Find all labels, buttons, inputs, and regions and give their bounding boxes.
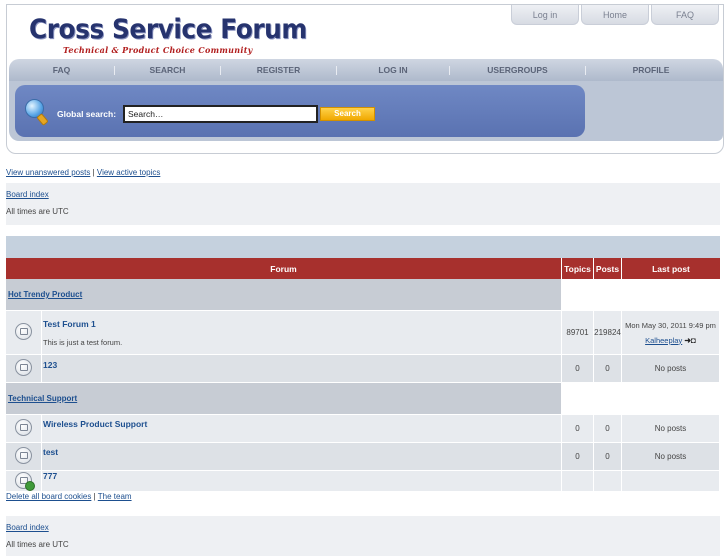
timezone-note: All times are UTC [6, 207, 69, 216]
forum-title-link[interactable]: test [43, 447, 561, 457]
table-row: Wireless Product Support 0 0 No posts [6, 415, 720, 443]
category-row: Hot Trendy Product [6, 279, 720, 311]
forum-title-link[interactable]: 777 [43, 471, 561, 481]
forum-posts-count: 0 [594, 443, 622, 471]
forum-table: Forum Topics Posts Last post Hot Trendy … [6, 258, 720, 492]
search-button[interactable]: Search [320, 107, 375, 121]
top-link-home[interactable]: Home [581, 5, 649, 25]
last-post-date [622, 471, 720, 492]
the-team-link[interactable]: The team [98, 492, 132, 501]
last-post-date: No posts [622, 443, 720, 471]
nav-login[interactable]: LOG IN [337, 65, 449, 75]
top-link-login[interactable]: Log in [511, 5, 579, 25]
site-logo-title[interactable]: Cross Service Forum [29, 14, 307, 45]
search-globe-icon [25, 99, 51, 126]
last-post-date: Mon May 30, 2011 9:49 pm [625, 320, 716, 330]
table-row: test 0 0 No posts [6, 443, 720, 471]
category-row: Technical Support [6, 383, 720, 415]
forum-posts-count: 0 [594, 415, 622, 443]
forum-topics-count: 0 [562, 415, 594, 443]
forum-topics-count: 89701 [562, 311, 594, 355]
forum-description: This is just a test forum. [43, 337, 123, 347]
goto-last-post-icon[interactable]: ➜◘ [684, 336, 696, 345]
board-index-link[interactable]: Board index [6, 190, 49, 199]
forum-link-icon [15, 472, 35, 491]
forum-posts-count [594, 471, 622, 492]
nav-search[interactable]: SEARCH [115, 65, 220, 75]
forum-topics-count: 0 [562, 355, 594, 383]
forum-read-icon [15, 447, 32, 464]
last-post-author-link[interactable]: Kalheeplay [645, 336, 682, 345]
forum-list-top-strip [6, 236, 720, 258]
nav-register[interactable]: REGISTER [221, 65, 336, 75]
footer-links: Delete all board cookies | The team [6, 492, 132, 501]
last-post-date: No posts [622, 355, 720, 383]
site-logo-subtitle: Technical & Product Choice Community [63, 45, 253, 55]
global-search-input[interactable] [123, 105, 318, 123]
forum-title-link[interactable]: 123 [43, 360, 561, 370]
forum-read-icon [15, 323, 32, 340]
forum-topics-count: 0 [562, 443, 594, 471]
forum-posts-count: 219824 [594, 311, 622, 355]
forum-topics-count [562, 471, 594, 492]
nav-profile[interactable]: PROFILE [586, 65, 716, 75]
footer-breadcrumb: Board index All times are UTC [6, 516, 720, 556]
main-navbar: FAQ SEARCH REGISTER LOG IN USERGROUPS PR… [9, 59, 723, 81]
table-row: 777 [6, 471, 720, 492]
quick-links: View unanswered posts | View active topi… [6, 168, 160, 177]
footer-board-index-link[interactable]: Board index [6, 523, 49, 532]
table-row: Test Forum 1 This is just a test forum. … [6, 311, 720, 355]
column-header-forum: Forum [6, 258, 562, 279]
nav-faq[interactable]: FAQ [9, 65, 114, 75]
column-header-posts: Posts [594, 258, 622, 279]
forum-title-link[interactable]: Test Forum 1 [43, 319, 561, 329]
category-link-technical-support[interactable]: Technical Support [8, 394, 77, 403]
global-search-panel: Global search: Search [15, 85, 585, 137]
column-header-topics: Topics [562, 258, 594, 279]
delete-cookies-link[interactable]: Delete all board cookies [6, 492, 91, 501]
forum-read-icon [15, 359, 32, 376]
column-header-last-post: Last post [622, 258, 720, 279]
nav-usergroups[interactable]: USERGROUPS [450, 65, 585, 75]
table-row: 123 0 0 No posts [6, 355, 720, 383]
view-active-link[interactable]: View active topics [97, 168, 160, 177]
top-links: Log in Home FAQ [511, 5, 719, 25]
forum-read-icon [15, 419, 32, 436]
category-link-hot-trendy-product[interactable]: Hot Trendy Product [8, 290, 82, 299]
top-link-faq[interactable]: FAQ [651, 5, 719, 25]
last-post-date: No posts [622, 415, 720, 443]
search-band: Global search: Search [9, 81, 723, 141]
site-header: Cross Service Forum Technical & Product … [6, 4, 724, 154]
forum-posts-count: 0 [594, 355, 622, 383]
breadcrumb: Board index All times are UTC [6, 183, 720, 225]
forum-title-link[interactable]: Wireless Product Support [43, 419, 561, 429]
view-unanswered-link[interactable]: View unanswered posts [6, 168, 90, 177]
global-search-label: Global search: [57, 109, 117, 119]
